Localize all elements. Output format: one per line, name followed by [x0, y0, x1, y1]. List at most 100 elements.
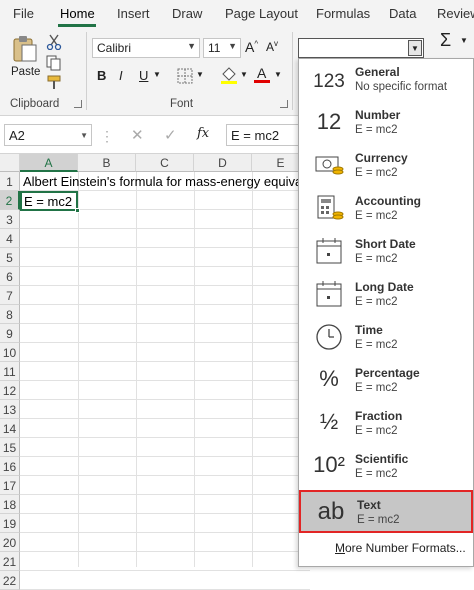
row-header[interactable]: 13: [0, 400, 20, 419]
row-header[interactable]: 22: [0, 571, 20, 590]
chevron-down-icon[interactable]: ▼: [80, 131, 88, 140]
row-header[interactable]: 5: [0, 248, 20, 267]
number-format-general[interactable]: 123 General No specific format: [299, 59, 473, 102]
column-header[interactable]: C: [136, 154, 194, 172]
cell-a1[interactable]: Albert Einstein's formula for mass-energ…: [23, 174, 333, 189]
cut-icon[interactable]: [46, 34, 62, 50]
row-header[interactable]: 6: [0, 267, 20, 286]
active-cell-a2[interactable]: E = mc2: [20, 191, 80, 213]
number-format-fraction[interactable]: ½ Fraction E = mc2: [299, 403, 473, 446]
gridline: [20, 304, 310, 305]
font-size-select[interactable]: 11 ▼: [203, 38, 241, 58]
row-header[interactable]: 16: [0, 457, 20, 476]
format-sample: E = mc2: [357, 514, 400, 526]
tab-data[interactable]: Data: [389, 6, 416, 21]
number-format-scientific[interactable]: 10² Scientific E = mc2: [299, 446, 473, 489]
chevron-down-icon[interactable]: ▼: [274, 70, 282, 79]
name-box[interactable]: A2 ▼: [4, 124, 92, 146]
underline-button[interactable]: U: [139, 68, 148, 83]
font-launcher-icon[interactable]: [280, 100, 288, 108]
row-header[interactable]: 10: [0, 343, 20, 362]
format-name: Scientific: [355, 452, 409, 466]
chevron-down-icon[interactable]: ▼: [196, 70, 204, 79]
number-format-accounting[interactable]: Accounting E = mc2: [299, 188, 473, 231]
number-format-long-date[interactable]: Long Date E = mc2: [299, 274, 473, 317]
row-header[interactable]: 14: [0, 419, 20, 438]
chevron-down-icon[interactable]: ▼: [240, 70, 248, 79]
clock-icon: [313, 323, 345, 353]
name-box-value: A2: [9, 128, 25, 143]
tab-file[interactable]: File: [13, 6, 34, 21]
autosum-icon[interactable]: Σ: [440, 30, 451, 51]
row-header[interactable]: 8: [0, 305, 20, 324]
row-header[interactable]: 2: [0, 191, 20, 210]
row-header[interactable]: 4: [0, 229, 20, 248]
chevron-down-icon: ▼: [187, 41, 196, 51]
column-header[interactable]: D: [194, 154, 252, 172]
number-format-time[interactable]: Time E = mc2: [299, 317, 473, 360]
row-header[interactable]: 18: [0, 495, 20, 514]
row-header[interactable]: 20: [0, 533, 20, 552]
decrease-font-size-icon[interactable]: Av: [266, 39, 278, 54]
clipboard-launcher-icon[interactable]: [74, 100, 82, 108]
format-sample: E = mc2: [355, 124, 398, 136]
format-name: Fraction: [355, 409, 403, 423]
clipboard-icon: [13, 36, 37, 62]
select-all-corner[interactable]: [0, 154, 20, 172]
insert-function-icon[interactable]: fx: [197, 126, 209, 141]
more-number-formats-link[interactable]: More Number Formats...: [335, 541, 466, 555]
paste-button[interactable]: Paste: [8, 32, 42, 80]
fill-handle[interactable]: [75, 208, 80, 213]
column-header[interactable]: A: [20, 154, 78, 172]
ribbon-separator: [292, 32, 293, 110]
font-color-icon[interactable]: A: [254, 65, 270, 83]
number-format-number[interactable]: 12 Number E = mc2: [299, 102, 473, 145]
format-name: Time: [355, 323, 383, 337]
column-header[interactable]: B: [78, 154, 136, 172]
number-format-text[interactable]: ab Text E = mc2: [299, 490, 473, 533]
format-name: Number: [355, 108, 401, 122]
row-header[interactable]: 15: [0, 438, 20, 457]
tab-page-layout[interactable]: Page Layout: [225, 6, 298, 21]
enter-icon[interactable]: ✓: [164, 126, 177, 144]
tab-draw[interactable]: Draw: [172, 6, 202, 21]
row-header[interactable]: 19: [0, 514, 20, 533]
row-header[interactable]: 9: [0, 324, 20, 343]
chevron-down-icon[interactable]: ▼: [460, 36, 468, 45]
chevron-down-icon[interactable]: ▼: [408, 40, 422, 56]
tab-formulas[interactable]: Formulas: [316, 6, 370, 21]
bold-button[interactable]: B: [97, 68, 106, 83]
font-name-select[interactable]: Calibri ▼: [92, 38, 200, 58]
gridline: [20, 247, 310, 248]
formula-input[interactable]: E = mc2: [226, 124, 306, 146]
tab-insert[interactable]: Insert: [117, 6, 150, 21]
row-header[interactable]: 17: [0, 476, 20, 495]
number-format-short-date[interactable]: Short Date E = mc2: [299, 231, 473, 274]
row-header[interactable]: 11: [0, 362, 20, 381]
increase-font-size-icon[interactable]: A^: [245, 39, 258, 55]
gridline: [20, 399, 310, 400]
gridline: [20, 456, 310, 457]
tab-review[interactable]: Review: [437, 6, 474, 21]
gridline: [20, 323, 310, 324]
row-header[interactable]: 7: [0, 286, 20, 305]
calendar-icon: [313, 237, 345, 267]
copy-icon[interactable]: [46, 55, 62, 71]
tab-home[interactable]: Home: [60, 6, 95, 21]
format-glyph-icon: ab: [317, 498, 345, 525]
number-format-percentage[interactable]: % Percentage E = mc2: [299, 360, 473, 403]
row-header[interactable]: 21: [0, 552, 20, 571]
fill-color-icon[interactable]: [220, 66, 238, 84]
italic-button[interactable]: I: [119, 68, 123, 83]
format-painter-icon[interactable]: [46, 75, 62, 91]
row-header[interactable]: 1: [0, 172, 20, 191]
cancel-icon[interactable]: ✕: [131, 126, 144, 144]
row-header[interactable]: 12: [0, 381, 20, 400]
chevron-down-icon[interactable]: ▼: [153, 70, 161, 79]
gridline: [20, 361, 310, 362]
accounting-icon: [313, 194, 345, 224]
number-format-currency[interactable]: Currency E = mc2: [299, 145, 473, 188]
row-header[interactable]: 3: [0, 210, 20, 229]
number-format-select[interactable]: ▼: [298, 38, 424, 58]
borders-icon[interactable]: [177, 68, 193, 84]
